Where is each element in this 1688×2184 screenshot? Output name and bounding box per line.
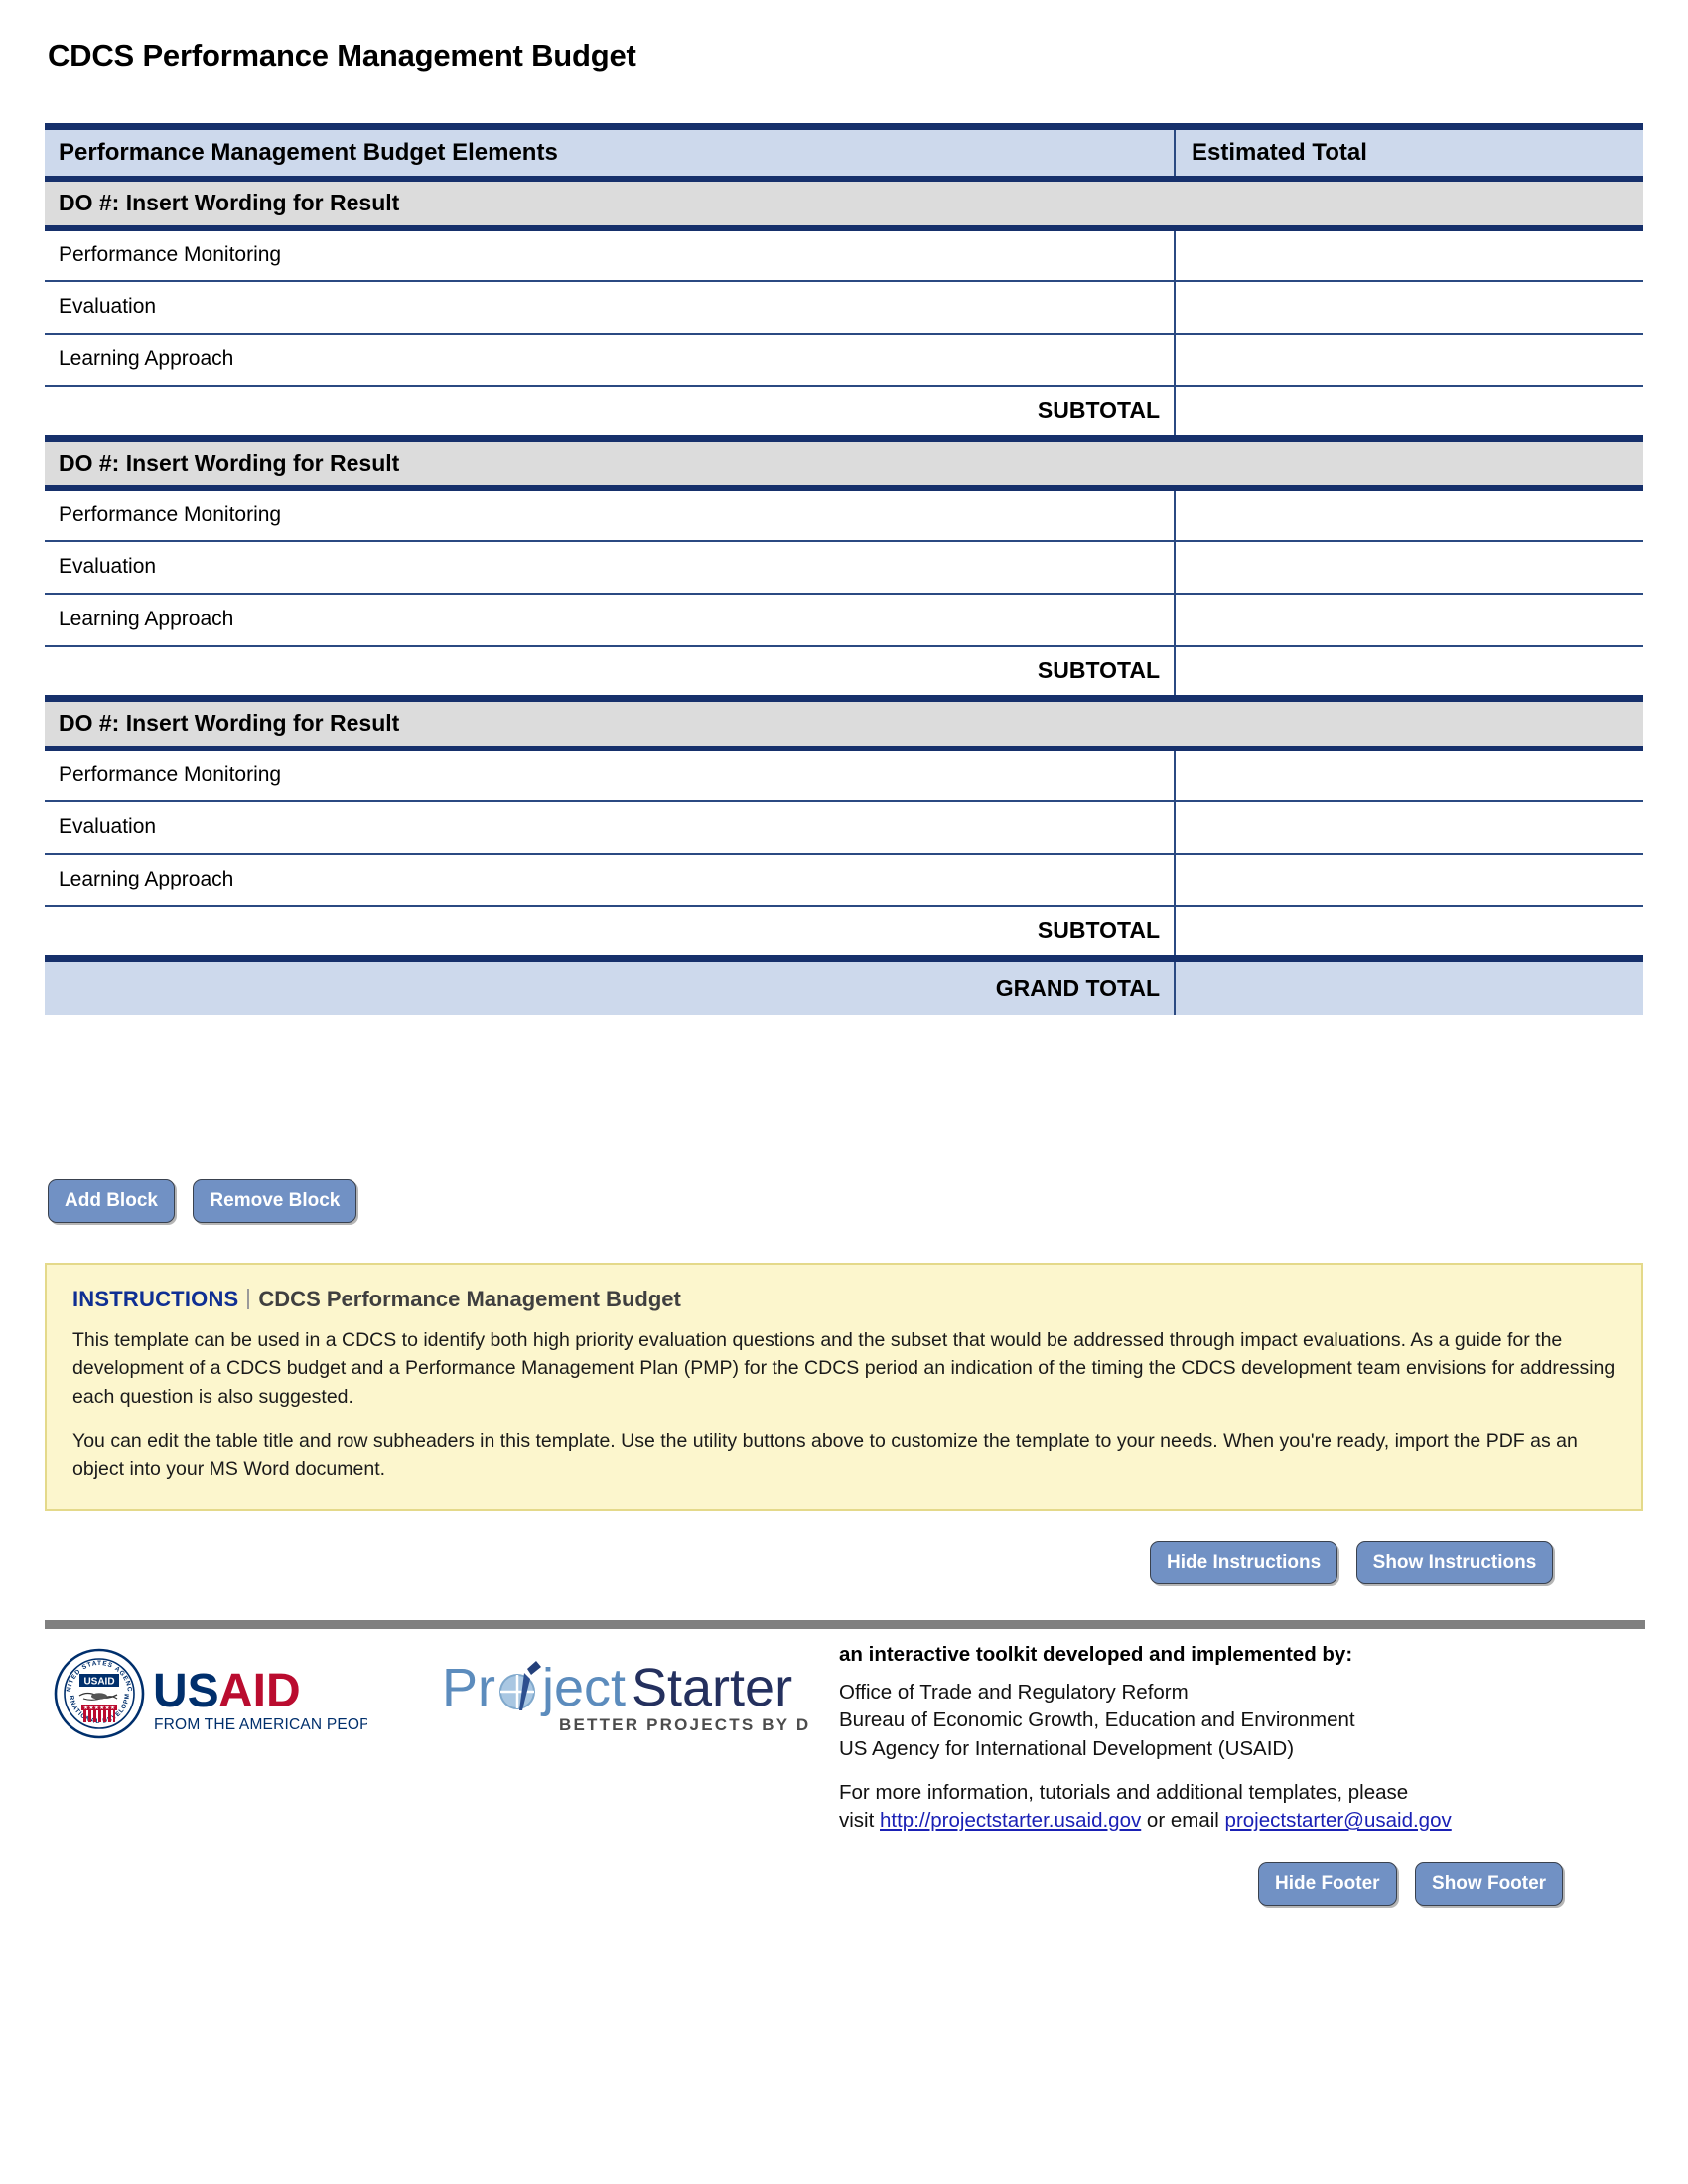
budget-table: Performance Management Budget Elements E… xyxy=(45,123,1643,1015)
row-label[interactable]: Evaluation xyxy=(45,540,1176,595)
row-value-input[interactable] xyxy=(1175,280,1643,335)
table-row: Learning Approach xyxy=(45,593,1643,647)
do-header-label[interactable]: DO #: Insert Wording for Result xyxy=(45,435,1643,491)
svg-text:US: US xyxy=(153,1665,219,1717)
footer-visit-text: visit xyxy=(839,1809,880,1833)
svg-text:Pr: Pr xyxy=(442,1658,495,1717)
instructions-divider xyxy=(247,1289,250,1309)
table-row: Performance Monitoring xyxy=(45,748,1643,802)
grand-total-label: GRAND TOTAL xyxy=(45,955,1176,1015)
row-label[interactable]: Learning Approach xyxy=(45,333,1176,387)
page-title: CDCS Performance Management Budget xyxy=(48,38,636,72)
show-footer-button[interactable]: Show Footer xyxy=(1415,1862,1564,1906)
svg-text:ject: ject xyxy=(540,1658,626,1717)
instructions-button-bar: Hide Instructions Show Instructions xyxy=(1136,1541,1554,1584)
instructions-paragraph-2: You can edit the table title and row sub… xyxy=(72,1430,1578,1480)
footer-text-block: an interactive toolkit developed and imp… xyxy=(839,1643,1633,1835)
row-value-input[interactable] xyxy=(1175,227,1643,282)
subtotal-value xyxy=(1175,905,1643,959)
table-row: Evaluation xyxy=(45,800,1643,855)
svg-text:FROM THE AMERICAN PEOPLE: FROM THE AMERICAN PEOPLE xyxy=(154,1716,367,1733)
footer-org-line-2: Bureau of Economic Growth, Education and… xyxy=(839,1708,1355,1732)
svg-text:AID: AID xyxy=(218,1665,301,1717)
projectstarter-email-link[interactable]: projectstarter@usaid.gov xyxy=(1225,1809,1452,1832)
footer-divider xyxy=(45,1620,1645,1629)
instructions-label: INSTRUCTIONS xyxy=(72,1287,239,1311)
hide-footer-button[interactable]: Hide Footer xyxy=(1258,1862,1397,1906)
row-label[interactable]: Performance Monitoring xyxy=(45,227,1176,282)
show-instructions-button[interactable]: Show Instructions xyxy=(1355,1541,1554,1584)
table-row: Performance Monitoring xyxy=(45,487,1643,542)
remove-block-button[interactable]: Remove Block xyxy=(193,1179,357,1223)
row-value-input[interactable] xyxy=(1175,540,1643,595)
do-header-row[interactable]: DO #: Insert Wording for Result xyxy=(45,695,1643,751)
grand-total-row: GRAND TOTAL xyxy=(45,955,1643,1015)
footer-spacer xyxy=(839,1763,1633,1779)
row-label[interactable]: Evaluation xyxy=(45,280,1176,335)
instructions-heading: INSTRUCTIONS CDCS Performance Management … xyxy=(72,1287,1616,1312)
footer-org-line-1: Office of Trade and Regulatory Reform xyxy=(839,1681,1189,1704)
table-row: Evaluation xyxy=(45,280,1643,335)
subtotal-row: SUBTOTAL xyxy=(45,645,1643,699)
table-header-row: Performance Management Budget Elements E… xyxy=(45,123,1643,182)
table-row: Evaluation xyxy=(45,540,1643,595)
usaid-wordmark: US AID FROM THE AMERICAN PEOPLE xyxy=(153,1665,367,1733)
document-page: CDCS Performance Management Budget Perfo… xyxy=(0,0,1688,2184)
header-cell-estimated-total: Estimated Total xyxy=(1175,123,1643,182)
svg-text:★★★★★★: ★★★★★★ xyxy=(83,1705,115,1711)
do-header-row[interactable]: DO #: Insert Wording for Result xyxy=(45,435,1643,491)
subtotal-label: SUBTOTAL xyxy=(45,645,1176,699)
table-row: Learning Approach xyxy=(45,853,1643,907)
do-header-label[interactable]: DO #: Insert Wording for Result xyxy=(45,695,1643,751)
utility-button-bar: Add Block Remove Block xyxy=(48,1179,370,1223)
subtotal-value xyxy=(1175,385,1643,439)
subtotal-label: SUBTOTAL xyxy=(45,905,1176,959)
instructions-paragraph-1: This template can be used in a CDCS to i… xyxy=(72,1329,1616,1408)
add-block-button[interactable]: Add Block xyxy=(48,1179,175,1223)
svg-text:Starter: Starter xyxy=(632,1658,792,1717)
footer-headline: an interactive toolkit developed and imp… xyxy=(839,1643,1353,1666)
usaid-seal-icon: UNITED STATES AGENCY INTERNATIONAL DEVEL… xyxy=(50,1641,145,1739)
table-row: Learning Approach xyxy=(45,333,1643,387)
projectstarter-url-link[interactable]: http://projectstarter.usaid.gov xyxy=(880,1809,1141,1832)
projectstarter-logo: Pr ject Starter BETTER PROJECTS BY DESIG… xyxy=(442,1658,809,1734)
row-label[interactable]: Performance Monitoring xyxy=(45,487,1176,542)
header-cell-elements: Performance Management Budget Elements xyxy=(45,123,1176,182)
row-value-input[interactable] xyxy=(1175,800,1643,855)
grand-total-value xyxy=(1175,955,1643,1015)
subtotal-value xyxy=(1175,645,1643,699)
do-header-row[interactable]: DO #: Insert Wording for Result xyxy=(45,178,1643,231)
subtotal-row: SUBTOTAL xyxy=(45,905,1643,959)
footer-org-line-3: US Agency for International Development … xyxy=(839,1736,1295,1760)
row-label[interactable]: Learning Approach xyxy=(45,853,1176,907)
row-label[interactable]: Evaluation xyxy=(45,800,1176,855)
row-label[interactable]: Performance Monitoring xyxy=(45,748,1176,802)
instructions-subject: CDCS Performance Management Budget xyxy=(258,1287,681,1311)
magnifier-icon xyxy=(499,1661,541,1710)
row-value-input[interactable] xyxy=(1175,333,1643,387)
hide-instructions-button[interactable]: Hide Instructions xyxy=(1150,1541,1338,1584)
footer-or-email-text: or email xyxy=(1141,1809,1225,1833)
subtotal-row: SUBTOTAL xyxy=(45,385,1643,439)
table-row: Performance Monitoring xyxy=(45,227,1643,282)
usaid-logo: UNITED STATES AGENCY INTERNATIONAL DEVEL… xyxy=(50,1641,367,1739)
row-value-input[interactable] xyxy=(1175,853,1643,907)
row-value-input[interactable] xyxy=(1175,748,1643,802)
row-label[interactable]: Learning Approach xyxy=(45,593,1176,647)
footer-button-bar: Hide Footer Show Footer xyxy=(1244,1862,1564,1906)
svg-text:BETTER PROJECTS BY DESIGN: BETTER PROJECTS BY DESIGN xyxy=(559,1715,809,1734)
instructions-panel: INSTRUCTIONS CDCS Performance Management … xyxy=(45,1263,1643,1511)
row-value-input[interactable] xyxy=(1175,593,1643,647)
svg-text:USAID: USAID xyxy=(83,1677,114,1688)
footer-contact-line: visit http://projectstarter.usaid.gov or… xyxy=(839,1807,1633,1835)
subtotal-label: SUBTOTAL xyxy=(45,385,1176,439)
row-value-input[interactable] xyxy=(1175,487,1643,542)
footer-contact-prefix: For more information, tutorials and addi… xyxy=(839,1780,1409,1804)
do-header-label[interactable]: DO #: Insert Wording for Result xyxy=(45,178,1643,231)
